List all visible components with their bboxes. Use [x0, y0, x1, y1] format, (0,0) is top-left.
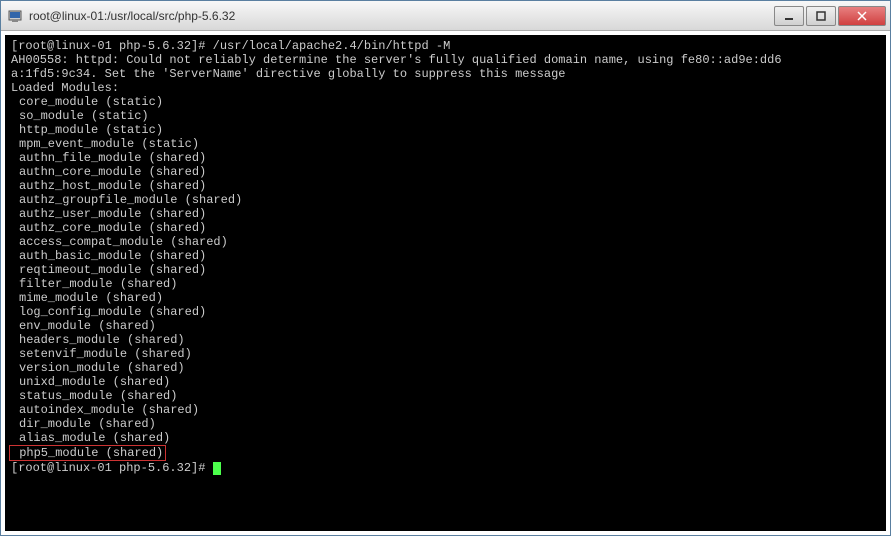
- highlighted-module-box: php5_module (shared): [9, 445, 166, 461]
- module-entry: authn_file_module (shared): [11, 151, 206, 165]
- module-entry: alias_module (shared): [11, 431, 170, 445]
- close-button[interactable]: [838, 6, 886, 26]
- maximize-button[interactable]: [806, 6, 836, 26]
- module-entry: mime_module (shared): [11, 291, 163, 305]
- titlebar[interactable]: root@linux-01:/usr/local/src/php-5.6.32: [1, 1, 890, 31]
- window: root@linux-01:/usr/local/src/php-5.6.32 …: [0, 0, 891, 536]
- module-entry: access_compat_module (shared): [11, 235, 228, 249]
- minimize-button[interactable]: [774, 6, 804, 26]
- output-warning-line2: a:1fd5:9c34. Set the 'ServerName' direct…: [11, 67, 566, 81]
- module-entry: authn_core_module (shared): [11, 165, 206, 179]
- module-entry: authz_core_module (shared): [11, 221, 206, 235]
- module-entry: http_module (static): [11, 123, 163, 137]
- prompt-line-1: [root@linux-01 php-5.6.32]# /usr/local/a…: [11, 39, 450, 53]
- module-entry: authz_user_module (shared): [11, 207, 206, 221]
- loaded-modules-header: Loaded Modules:: [11, 81, 119, 95]
- output-warning-line1: AH00558: httpd: Could not reliably deter…: [11, 53, 782, 67]
- module-entry: autoindex_module (shared): [11, 403, 199, 417]
- prompt-line-2: [root@linux-01 php-5.6.32]#: [11, 461, 213, 475]
- module-entry: so_module (static): [11, 109, 149, 123]
- module-entry: mpm_event_module (static): [11, 137, 199, 151]
- module-entry: reqtimeout_module (shared): [11, 263, 206, 277]
- window-controls: [772, 6, 886, 26]
- module-entry: unixd_module (shared): [11, 375, 170, 389]
- window-title: root@linux-01:/usr/local/src/php-5.6.32: [29, 9, 772, 23]
- module-entry: env_module (shared): [11, 319, 156, 333]
- highlighted-module: php5_module (shared): [19, 446, 163, 460]
- module-entry: authz_host_module (shared): [11, 179, 206, 193]
- module-entry: status_module (shared): [11, 389, 177, 403]
- terminal[interactable]: [root@linux-01 php-5.6.32]# /usr/local/a…: [3, 33, 888, 533]
- putty-icon: [7, 8, 23, 24]
- module-entry: auth_basic_module (shared): [11, 249, 206, 263]
- module-entry: core_module (static): [11, 95, 163, 109]
- module-entry: dir_module (shared): [11, 417, 156, 431]
- module-entry: log_config_module (shared): [11, 305, 206, 319]
- module-entry: filter_module (shared): [11, 277, 177, 291]
- module-entry: version_module (shared): [11, 361, 185, 375]
- cursor: [213, 462, 221, 475]
- module-entry: setenvif_module (shared): [11, 347, 192, 361]
- module-entry: headers_module (shared): [11, 333, 185, 347]
- module-entry: authz_groupfile_module (shared): [11, 193, 242, 207]
